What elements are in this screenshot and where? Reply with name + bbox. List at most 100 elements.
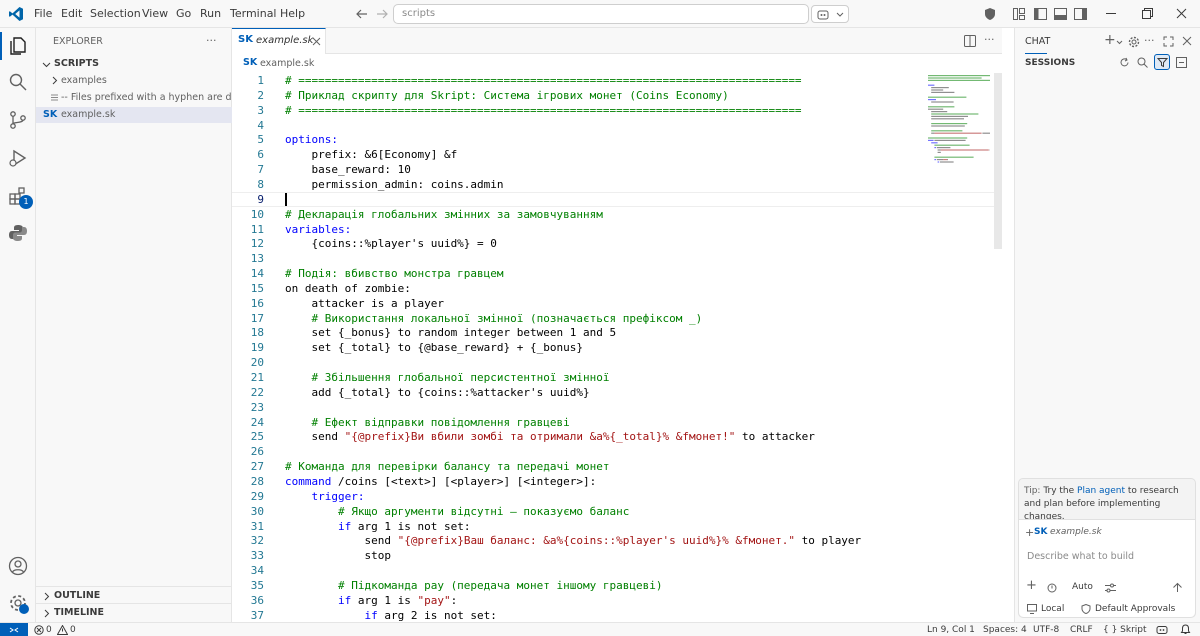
code-line[interactable]: {coins::%player's uuid%} = 0 xyxy=(285,236,496,251)
code-line[interactable]: # Підкоманда pay (передача монет іншому … xyxy=(285,578,663,593)
toggle-secondary-sidebar-icon[interactable] xyxy=(1074,8,1087,20)
minimap[interactable] xyxy=(926,73,994,173)
breadcrumb-item[interactable]: example.sk xyxy=(260,58,314,69)
notifications-bell-icon[interactable] xyxy=(1180,624,1191,635)
code-line[interactable]: prefix: &6[Economy] &f xyxy=(285,147,457,162)
code-line[interactable]: options: xyxy=(285,132,338,147)
code-line[interactable]: # Ефект відправки повідомлення гравцеві xyxy=(285,415,569,430)
restore-icon[interactable] xyxy=(1142,8,1153,19)
scripts-root[interactable]: SCRIPTS xyxy=(40,57,230,72)
tree-item-examples[interactable]: examples xyxy=(40,73,230,89)
add-icon[interactable]: + xyxy=(1026,578,1037,593)
manage-gear-icon[interactable] xyxy=(8,593,29,614)
timeline-section[interactable]: TIMELINE xyxy=(40,606,230,621)
code-line[interactable]: if arg 1 is "pay": xyxy=(285,593,457,608)
code-line[interactable]: set {_total} to {@base_reward} + {_bonus… xyxy=(285,340,583,355)
menu-view[interactable]: View xyxy=(142,0,168,28)
chevron-down-icon[interactable] xyxy=(1116,39,1123,46)
code-line[interactable]: attacker is a player xyxy=(285,296,443,311)
menu-selection[interactable]: Selection xyxy=(90,0,141,28)
context-attachment[interactable]: example.sk xyxy=(1050,527,1102,537)
tools-sliders-icon[interactable] xyxy=(1105,583,1116,593)
menu-edit[interactable]: Edit xyxy=(61,0,82,28)
code-line[interactable]: send "{@prefix}Ваш баланс: &a%{coins::%p… xyxy=(285,533,861,548)
python-icon[interactable] xyxy=(8,223,28,243)
toggle-panel-icon[interactable] xyxy=(1054,8,1067,20)
cursor-position[interactable]: Ln 9, Col 1 xyxy=(927,623,975,636)
collapse-icon[interactable] xyxy=(1176,57,1187,68)
run-debug-icon[interactable] xyxy=(8,148,28,168)
code-line[interactable]: if arg 1 is not set: xyxy=(285,519,470,534)
agent-mode-icon[interactable] xyxy=(1047,583,1057,593)
tab-example-sk[interactable]: SK example.sk xyxy=(232,28,326,54)
code-line[interactable]: if arg 2 is not set: xyxy=(285,608,496,622)
search-icon[interactable] xyxy=(1137,57,1148,68)
code-line[interactable]: variables: xyxy=(285,222,351,237)
warning-count[interactable]: 0 xyxy=(70,623,76,636)
copilot-status-icon[interactable] xyxy=(1156,625,1168,635)
code-line[interactable]: # Приклад скрипту для Skript: Система іг… xyxy=(285,88,729,103)
explorer-icon[interactable] xyxy=(8,36,28,56)
indentation[interactable]: Spaces: 4 xyxy=(983,623,1027,636)
menu-terminal[interactable]: Terminal xyxy=(230,0,277,28)
accounts-shield-icon[interactable] xyxy=(984,7,996,21)
code-line[interactable]: # ======================================… xyxy=(285,73,802,88)
chat-more-icon[interactable]: ··· xyxy=(1144,34,1155,47)
code-editor[interactable]: 1 # =====================================… xyxy=(232,73,1002,622)
menu-go[interactable]: Go xyxy=(176,0,191,28)
editor-more-actions-icon[interactable]: ··· xyxy=(984,33,995,46)
code-line[interactable]: # Якщо аргументи відсутні — показуємо ба… xyxy=(285,504,629,519)
menu-file[interactable]: File xyxy=(34,0,52,28)
chat-input-box[interactable]: + SK example.sk Describe what to build +… xyxy=(1019,519,1195,617)
maximize-icon[interactable] xyxy=(1163,36,1174,47)
editor-scrollbar-thumb[interactable] xyxy=(994,73,1002,249)
more-actions-icon[interactable]: ··· xyxy=(206,34,217,47)
settings-gear-icon[interactable] xyxy=(1128,36,1140,48)
copilot-button[interactable] xyxy=(811,5,849,23)
code-line[interactable]: base_reward: 10 xyxy=(285,162,410,177)
source-control-icon[interactable] xyxy=(8,110,28,130)
code-line[interactable]: # ======================================… xyxy=(285,103,802,118)
warning-icon[interactable] xyxy=(57,625,68,635)
encoding[interactable]: UTF-8 xyxy=(1033,623,1059,636)
menu-help[interactable]: Help xyxy=(280,0,305,28)
close-icon[interactable] xyxy=(312,37,321,46)
toggle-sidebar-icon[interactable] xyxy=(1034,8,1047,20)
line-ending[interactable]: CRLF xyxy=(1070,623,1093,636)
forward-arrow-icon[interactable] xyxy=(375,7,389,21)
refresh-icon[interactable] xyxy=(1119,57,1130,68)
code-line[interactable]: # Подія: вбивство монстра гравцем xyxy=(285,266,504,281)
code-line[interactable]: command /coins [<text>] [<player>] [<int… xyxy=(285,474,596,489)
code-line[interactable]: add {_total} to {coins::%attacker's uuid… xyxy=(285,385,589,400)
send-arrow-icon[interactable] xyxy=(1172,582,1183,593)
code-line[interactable]: set {_bonus} to random integer between 1… xyxy=(285,325,616,340)
chat-tab[interactable]: CHAT xyxy=(1025,36,1050,47)
default-approvals-button[interactable]: Default Approvals xyxy=(1095,604,1175,614)
code-line[interactable]: send "{@prefix}Ви вбили зомбі та отримал… xyxy=(285,429,814,444)
code-line[interactable]: # Збільшення глобальної персистентної зм… xyxy=(285,370,609,385)
filter-button[interactable] xyxy=(1154,54,1170,70)
menu-run[interactable]: Run xyxy=(200,0,221,28)
remote-indicator[interactable] xyxy=(0,623,28,636)
search-icon[interactable] xyxy=(8,72,28,92)
plan-agent-link[interactable]: Plan agent xyxy=(1077,486,1125,496)
code-line[interactable]: stop xyxy=(285,548,391,563)
account-icon[interactable] xyxy=(8,556,28,576)
error-count[interactable]: 0 xyxy=(46,623,52,636)
tree-item-readme[interactable]: -- Files prefixed with a hyphen are dis.… xyxy=(40,90,248,106)
local-session-button[interactable]: Local xyxy=(1041,604,1064,614)
command-center-search[interactable]: scripts xyxy=(393,4,809,24)
code-line[interactable]: # Команда для перевірки балансу та перед… xyxy=(285,459,610,474)
language-mode[interactable]: { } Skript xyxy=(1103,623,1147,636)
close-icon[interactable] xyxy=(1182,36,1192,46)
outline-section[interactable]: OUTLINE xyxy=(40,589,230,604)
split-editor-icon[interactable] xyxy=(964,35,976,47)
model-picker[interactable]: Auto xyxy=(1072,582,1093,592)
back-arrow-icon[interactable] xyxy=(355,7,369,21)
tree-item-example-sk[interactable]: SK example.sk xyxy=(36,107,232,123)
code-line[interactable]: on death of zombie: xyxy=(285,281,411,296)
add-context-icon[interactable]: + xyxy=(1025,526,1034,539)
minimize-icon[interactable] xyxy=(1106,13,1116,14)
error-icon[interactable] xyxy=(34,625,44,635)
chat-input-placeholder[interactable]: Describe what to build xyxy=(1027,551,1134,562)
